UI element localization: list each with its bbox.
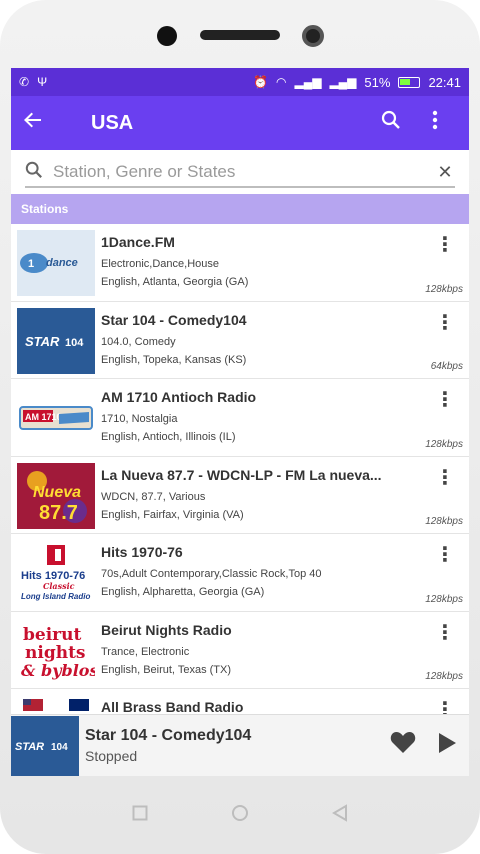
more-vert-icon[interactable]: ⋮ bbox=[435, 310, 455, 335]
station-bitrate: 128kbps bbox=[425, 593, 463, 605]
station-genre: 1710, Nostalgia bbox=[101, 413, 178, 425]
station-bitrate: 128kbps bbox=[425, 438, 463, 450]
system-nav-bar bbox=[0, 790, 480, 840]
page-title: USA bbox=[91, 111, 134, 134]
svg-text:beirut: beirut bbox=[23, 625, 81, 645]
more-vert-icon[interactable]: ⋮ bbox=[435, 620, 455, 645]
list-item[interactable]: STAR 104 Star 104 - Comedy104 104.0, Come… bbox=[11, 302, 469, 379]
earpiece-speaker bbox=[200, 30, 280, 40]
heart-icon[interactable] bbox=[381, 730, 425, 761]
svg-text:& byblos: & byblos bbox=[21, 661, 95, 680]
more-vert-icon[interactable] bbox=[413, 110, 457, 136]
back-nav-icon[interactable] bbox=[325, 803, 355, 827]
station-name: Hits 1970-76 bbox=[101, 544, 183, 560]
search-container: ✕ bbox=[11, 150, 469, 194]
home-icon[interactable] bbox=[225, 804, 255, 827]
alarm-icon: ⏰ bbox=[253, 75, 268, 89]
phone-frame: ✆ Ψ ⏰ ◠ ▂▄▆ ▂▄▆ 51% 22:41 USA Station, G… bbox=[0, 0, 480, 854]
svg-text:1: 1 bbox=[28, 258, 34, 270]
mini-player[interactable]: STAR 104 Star 104 - Comedy104 Stopped bbox=[11, 714, 469, 776]
station-genre: Trance, Electronic bbox=[101, 645, 190, 658]
clock: 22:41 bbox=[428, 74, 461, 90]
phone-top-bezel bbox=[0, 0, 480, 68]
back-arrow-icon[interactable] bbox=[23, 109, 67, 137]
station-logo: STAR 104 bbox=[17, 307, 95, 374]
station-bitrate: 128kbps bbox=[425, 283, 463, 295]
app-bar: USA bbox=[11, 96, 469, 150]
usb-icon: Ψ bbox=[37, 75, 48, 89]
station-genre: 104.0, Comedy bbox=[101, 335, 176, 348]
battery-percent: 51% bbox=[364, 74, 391, 90]
station-bitrate: 128kbps bbox=[425, 671, 463, 682]
player-status: Stopped bbox=[85, 748, 138, 764]
svg-text:Long Island Radio: Long Island Radio bbox=[21, 592, 90, 601]
station-name: La Nueva 87.7 - WDCN-LP - FM La nueva... bbox=[101, 466, 382, 483]
list-item[interactable]: Nueva 87.7 La Nueva 87.7 - WDCN-LP - FM L… bbox=[11, 457, 469, 534]
whatsapp-icon: ✆ bbox=[19, 75, 30, 89]
station-location: English, Topeka, Kansas (KS) bbox=[101, 353, 247, 366]
station-logo: Nueva 87.7 bbox=[17, 462, 95, 529]
station-name: Star 104 - Comedy104 bbox=[101, 311, 247, 328]
play-icon[interactable] bbox=[425, 732, 469, 760]
more-vert-icon[interactable]: ⋮ bbox=[435, 697, 455, 714]
station-name: 1Dance.FM bbox=[101, 234, 175, 250]
station-location: English, Alpharetta, Georgia (GA) bbox=[101, 586, 265, 598]
more-vert-icon[interactable]: ⋮ bbox=[435, 465, 455, 490]
svg-text:dance: dance bbox=[46, 257, 78, 269]
list-item[interactable]: AM 1710 AM 1710 Antioch Radio 1710, Nost… bbox=[11, 379, 469, 457]
station-genre: 70s,Adult Contemporary,Classic Rock,Top … bbox=[101, 568, 322, 580]
station-logo: AM 1710 bbox=[17, 385, 95, 451]
section-header: Stations bbox=[11, 194, 469, 224]
search-input[interactable] bbox=[53, 162, 435, 182]
player-title: Star 104 - Comedy104 bbox=[85, 727, 252, 744]
list-item[interactable]: All Brass Band Radio ⋮ bbox=[11, 689, 469, 714]
station-name: Beirut Nights Radio bbox=[101, 621, 232, 638]
station-bitrate: 64kbps bbox=[430, 361, 463, 372]
search-icon[interactable] bbox=[369, 110, 413, 136]
svg-text:104: 104 bbox=[65, 337, 84, 349]
station-name: All Brass Band Radio bbox=[101, 699, 244, 714]
svg-text:STAR: STAR bbox=[15, 741, 44, 753]
svg-text:Nueva: Nueva bbox=[33, 484, 81, 501]
list-item[interactable]: Hits 1970-76 Classic Long Island Radio Hit… bbox=[11, 534, 469, 612]
recents-icon[interactable] bbox=[125, 805, 155, 826]
station-logo: 1 dance bbox=[17, 230, 95, 296]
station-logo bbox=[17, 695, 95, 714]
battery-icon bbox=[398, 76, 421, 88]
station-genre: Electronic,Dance,House bbox=[101, 258, 220, 270]
proximity-sensor-icon bbox=[302, 25, 324, 47]
station-location: English, Atlanta, Georgia (GA) bbox=[101, 276, 249, 288]
player-station-logo: STAR 104 bbox=[11, 715, 79, 776]
station-logo: Hits 1970-76 Classic Long Island Radio bbox=[17, 540, 95, 606]
station-location: English, Antioch, Illinois (IL) bbox=[101, 431, 236, 443]
signal-2-icon: ▂▄▆ bbox=[329, 75, 357, 89]
svg-text:STAR: STAR bbox=[25, 334, 60, 349]
svg-text:Classic: Classic bbox=[43, 581, 75, 591]
app-screen: ✆ Ψ ⏰ ◠ ▂▄▆ ▂▄▆ 51% 22:41 USA Station, G… bbox=[11, 68, 469, 776]
list-item[interactable]: beirut nights & byblos Beirut Nights Radio… bbox=[11, 612, 469, 689]
station-name: AM 1710 Antioch Radio bbox=[101, 389, 257, 405]
svg-text:87.7: 87.7 bbox=[39, 502, 78, 524]
station-bitrate: 128kbps bbox=[425, 516, 463, 527]
search-bar: ✕ bbox=[25, 158, 455, 188]
search-field-icon bbox=[25, 161, 53, 184]
more-vert-icon[interactable]: ⋮ bbox=[435, 542, 455, 567]
front-camera-icon bbox=[157, 26, 177, 46]
svg-text:104: 104 bbox=[51, 742, 68, 753]
signal-icon: ▂▄▆ bbox=[294, 75, 322, 89]
more-vert-icon[interactable]: ⋮ bbox=[435, 232, 455, 257]
wifi-icon: ◠ bbox=[276, 75, 287, 89]
list-item[interactable]: 1 dance 1Dance.FM Electronic,Dance,House … bbox=[11, 224, 469, 302]
station-genre: WDCN, 87.7, Various bbox=[101, 490, 206, 503]
svg-text:nights: nights bbox=[25, 643, 86, 663]
svg-text:AM 1710: AM 1710 bbox=[25, 412, 62, 422]
clear-icon[interactable]: ✕ bbox=[435, 162, 455, 183]
more-vert-icon[interactable]: ⋮ bbox=[435, 387, 455, 412]
station-logo: beirut nights & byblos bbox=[17, 617, 95, 684]
station-location: English, Beirut, Texas (TX) bbox=[101, 663, 232, 676]
status-bar: ✆ Ψ ⏰ ◠ ▂▄▆ ▂▄▆ 51% 22:41 bbox=[11, 68, 469, 96]
station-list: 1 dance 1Dance.FM Electronic,Dance,House … bbox=[11, 224, 469, 714]
station-location: English, Fairfax, Virginia (VA) bbox=[101, 508, 244, 521]
